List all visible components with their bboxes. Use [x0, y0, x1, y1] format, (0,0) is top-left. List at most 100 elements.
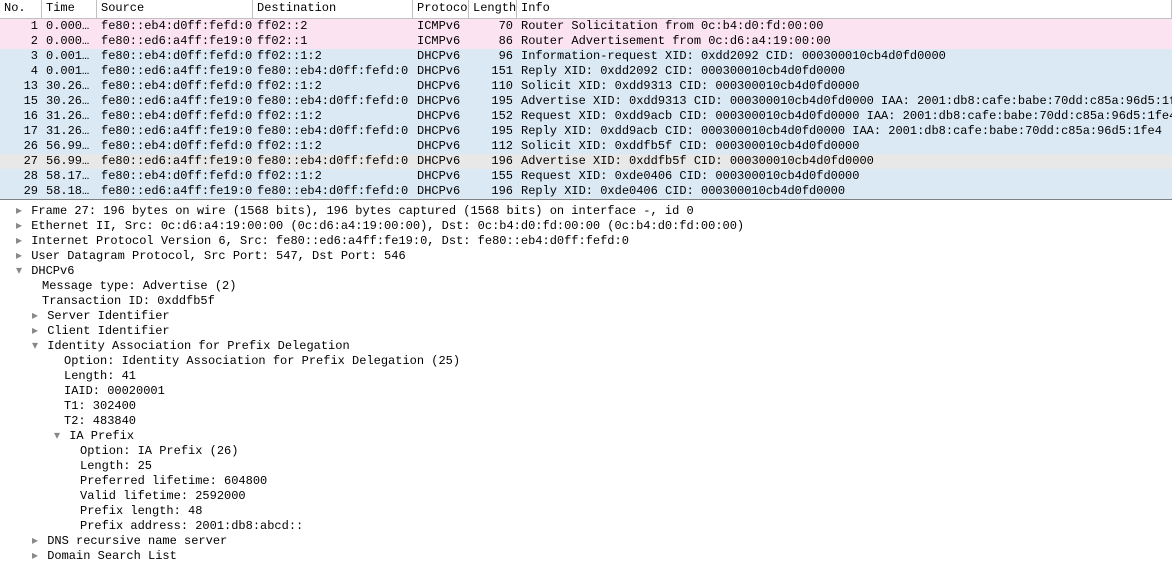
tree-iap-length[interactable]: Length: 25: [0, 459, 1172, 474]
cell-proto: DHCPv6: [413, 94, 469, 109]
packet-row[interactable]: 2958.18…fe80::ed6:a4ff:fe19:0fe80::eb4:d…: [0, 184, 1172, 199]
cell-dst: ff02::1:2: [253, 109, 413, 124]
cell-no: 4: [0, 64, 42, 79]
col-proto[interactable]: Protocol: [413, 0, 469, 18]
cell-no: 1: [0, 19, 42, 34]
cell-src: fe80::ed6:a4ff:fe19:0: [97, 64, 253, 79]
cell-time: 0.001…: [42, 64, 97, 79]
expand-icon[interactable]: ▸: [14, 249, 24, 264]
tree-iap-prefixlen[interactable]: Prefix length: 48: [0, 504, 1172, 519]
cell-proto: DHCPv6: [413, 124, 469, 139]
cell-no: 28: [0, 169, 42, 184]
cell-proto: DHCPv6: [413, 49, 469, 64]
cell-time: 0.000…: [42, 34, 97, 49]
packet-row[interactable]: 40.001…fe80::ed6:a4ff:fe19:0fe80::eb4:d0…: [0, 64, 1172, 79]
tree-dns[interactable]: ▸ DNS recursive name server: [0, 534, 1172, 549]
cell-src: fe80::eb4:d0ff:fefd:0: [97, 49, 253, 64]
cell-len: 70: [469, 19, 517, 34]
tree-msgtype[interactable]: Message type: Advertise (2): [0, 279, 1172, 294]
collapse-icon[interactable]: ▾: [30, 339, 40, 354]
tree-dhcpv6[interactable]: ▾ DHCPv6: [0, 264, 1172, 279]
col-no[interactable]: No.: [0, 0, 42, 18]
tree-client-id[interactable]: ▸ Client Identifier: [0, 324, 1172, 339]
cell-src: fe80::eb4:d0ff:fefd:0: [97, 139, 253, 154]
expand-icon[interactable]: ▸: [14, 204, 24, 219]
col-time[interactable]: Time: [42, 0, 97, 18]
tree-iap-option[interactable]: Option: IA Prefix (26): [0, 444, 1172, 459]
expand-icon[interactable]: ▸: [30, 534, 40, 549]
col-src[interactable]: Source: [97, 0, 253, 18]
cell-time: 58.18…: [42, 184, 97, 199]
expand-icon[interactable]: ▸: [30, 549, 40, 564]
cell-time: 31.26…: [42, 109, 97, 124]
tree-ipv6[interactable]: ▸ Internet Protocol Version 6, Src: fe80…: [0, 234, 1172, 249]
cell-len: 151: [469, 64, 517, 79]
cell-src: fe80::eb4:d0ff:fefd:0: [97, 79, 253, 94]
cell-time: 30.26…: [42, 79, 97, 94]
cell-dst: fe80::eb4:d0ff:fefd:0: [253, 124, 413, 139]
cell-len: 196: [469, 154, 517, 169]
cell-dst: ff02::1: [253, 34, 413, 49]
cell-info: Router Advertisement from 0c:d6:a4:19:00…: [517, 34, 1172, 49]
packet-row[interactable]: 10.000…fe80::eb4:d0ff:fefd:0ff02::2ICMPv…: [0, 19, 1172, 34]
cell-dst: fe80::eb4:d0ff:fefd:0: [253, 154, 413, 169]
expand-icon[interactable]: ▸: [14, 234, 24, 249]
packet-row[interactable]: 1330.26…fe80::eb4:d0ff:fefd:0ff02::1:2DH…: [0, 79, 1172, 94]
tree-iap-prefixaddr[interactable]: Prefix address: 2001:db8:abcd::: [0, 519, 1172, 534]
tree-iapd-iaid[interactable]: IAID: 00020001: [0, 384, 1172, 399]
cell-no: 3: [0, 49, 42, 64]
packet-row[interactable]: 2756.99…fe80::ed6:a4ff:fe19:0fe80::eb4:d…: [0, 154, 1172, 169]
tree-xid[interactable]: Transaction ID: 0xddfb5f: [0, 294, 1172, 309]
tree-iapd-t1[interactable]: T1: 302400: [0, 399, 1172, 414]
tree-iap-valid[interactable]: Valid lifetime: 2592000: [0, 489, 1172, 504]
tree-udp[interactable]: ▸ User Datagram Protocol, Src Port: 547,…: [0, 249, 1172, 264]
cell-proto: DHCPv6: [413, 79, 469, 94]
cell-proto: DHCPv6: [413, 154, 469, 169]
packet-list[interactable]: No. Time Source Destination Protocol Len…: [0, 0, 1172, 200]
cell-src: fe80::eb4:d0ff:fefd:0: [97, 19, 253, 34]
cell-len: 110: [469, 79, 517, 94]
cell-no: 15: [0, 94, 42, 109]
cell-info: Router Solicitation from 0c:b4:d0:fd:00:…: [517, 19, 1172, 34]
col-dst[interactable]: Destination: [253, 0, 413, 18]
tree-iapd[interactable]: ▾ Identity Association for Prefix Delega…: [0, 339, 1172, 354]
cell-time: 58.17…: [42, 169, 97, 184]
tree-frame[interactable]: ▸ Frame 27: 196 bytes on wire (1568 bits…: [0, 204, 1172, 219]
cell-src: fe80::eb4:d0ff:fefd:0: [97, 109, 253, 124]
cell-src: fe80::ed6:a4ff:fe19:0: [97, 184, 253, 199]
cell-proto: ICMPv6: [413, 19, 469, 34]
cell-info: Solicit XID: 0xdd9313 CID: 000300010cb4d…: [517, 79, 1172, 94]
packet-row[interactable]: 30.001…fe80::eb4:d0ff:fefd:0ff02::1:2DHC…: [0, 49, 1172, 64]
cell-no: 26: [0, 139, 42, 154]
col-info[interactable]: Info: [517, 0, 1172, 18]
collapse-icon[interactable]: ▾: [52, 429, 62, 444]
packet-detail-tree[interactable]: ▸ Frame 27: 196 bytes on wire (1568 bits…: [0, 200, 1172, 570]
packet-row[interactable]: 20.000…fe80::ed6:a4ff:fe19:0ff02::1ICMPv…: [0, 34, 1172, 49]
tree-ethernet[interactable]: ▸ Ethernet II, Src: 0c:d6:a4:19:00:00 (0…: [0, 219, 1172, 234]
packet-row[interactable]: 1631.26…fe80::eb4:d0ff:fefd:0ff02::1:2DH…: [0, 109, 1172, 124]
cell-dst: ff02::1:2: [253, 169, 413, 184]
tree-iapd-length[interactable]: Length: 41: [0, 369, 1172, 384]
expand-icon[interactable]: ▸: [14, 219, 24, 234]
tree-domain-search[interactable]: ▸ Domain Search List: [0, 549, 1172, 564]
cell-src: fe80::ed6:a4ff:fe19:0: [97, 154, 253, 169]
tree-iapd-t2[interactable]: T2: 483840: [0, 414, 1172, 429]
tree-iapd-option[interactable]: Option: Identity Association for Prefix …: [0, 354, 1172, 369]
cell-time: 31.26…: [42, 124, 97, 139]
cell-len: 155: [469, 169, 517, 184]
expand-icon[interactable]: ▸: [30, 309, 40, 324]
packet-row[interactable]: 1731.26…fe80::ed6:a4ff:fe19:0fe80::eb4:d…: [0, 124, 1172, 139]
cell-no: 13: [0, 79, 42, 94]
tree-iaprefix[interactable]: ▾ IA Prefix: [0, 429, 1172, 444]
collapse-icon[interactable]: ▾: [14, 264, 24, 279]
cell-dst: ff02::1:2: [253, 139, 413, 154]
packet-row[interactable]: 2656.99…fe80::eb4:d0ff:fefd:0ff02::1:2DH…: [0, 139, 1172, 154]
cell-time: 56.99…: [42, 154, 97, 169]
packet-row[interactable]: 2858.17…fe80::eb4:d0ff:fefd:0ff02::1:2DH…: [0, 169, 1172, 184]
cell-proto: DHCPv6: [413, 139, 469, 154]
tree-server-id[interactable]: ▸ Server Identifier: [0, 309, 1172, 324]
col-len[interactable]: Length: [469, 0, 517, 18]
tree-iap-preferred[interactable]: Preferred lifetime: 604800: [0, 474, 1172, 489]
expand-icon[interactable]: ▸: [30, 324, 40, 339]
packet-row[interactable]: 1530.26…fe80::ed6:a4ff:fe19:0fe80::eb4:d…: [0, 94, 1172, 109]
